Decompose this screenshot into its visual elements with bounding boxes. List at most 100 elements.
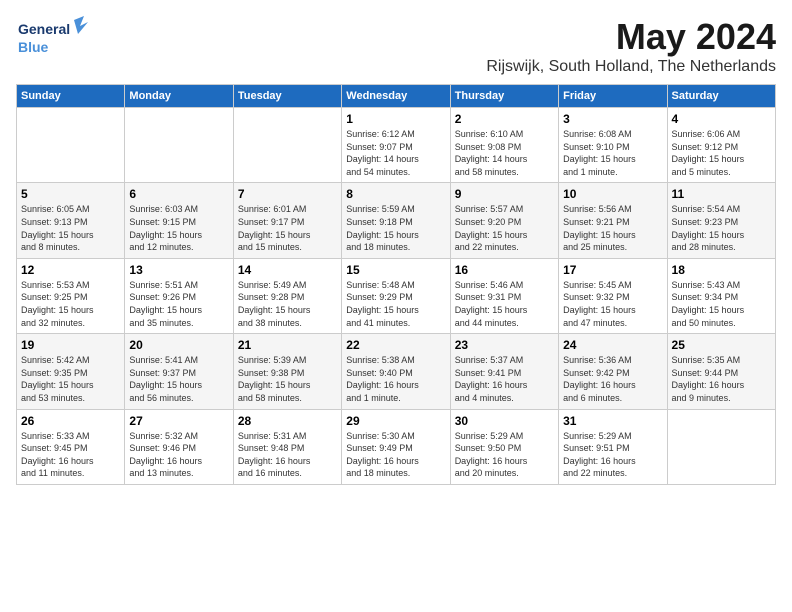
page-header: General Blue May 2024 Rijswijk, South Hol… [16, 16, 776, 76]
day-info: Sunrise: 5:57 AM Sunset: 9:20 PM Dayligh… [455, 203, 554, 253]
day-number: 14 [238, 263, 337, 277]
day-info: Sunrise: 5:39 AM Sunset: 9:38 PM Dayligh… [238, 354, 337, 404]
day-info: Sunrise: 6:06 AM Sunset: 9:12 PM Dayligh… [672, 128, 771, 178]
day-number: 26 [21, 414, 120, 428]
day-info: Sunrise: 5:37 AM Sunset: 9:41 PM Dayligh… [455, 354, 554, 404]
day-info: Sunrise: 5:46 AM Sunset: 9:31 PM Dayligh… [455, 279, 554, 329]
calendar-week-row: 1 Sunrise: 6:12 AM Sunset: 9:07 PM Daylig… [17, 108, 776, 183]
calendar-cell: 18 Sunrise: 5:43 AM Sunset: 9:34 PM Dayli… [667, 258, 775, 333]
calendar-cell: 21 Sunrise: 5:39 AM Sunset: 9:38 PM Dayli… [233, 334, 341, 409]
calendar-cell: 9 Sunrise: 5:57 AM Sunset: 9:20 PM Daylig… [450, 183, 558, 258]
calendar-cell: 16Sunrise: 5:46 AM Sunset: 9:31 PM Dayli… [450, 258, 558, 333]
day-number: 31 [563, 414, 662, 428]
calendar-cell: 17 Sunrise: 5:45 AM Sunset: 9:32 PM Dayli… [559, 258, 667, 333]
day-number: 8 [346, 187, 445, 201]
day-info: Sunrise: 5:29 AM Sunset: 9:51 PM Dayligh… [563, 430, 662, 480]
day-info: Sunrise: 6:05 AM Sunset: 9:13 PM Dayligh… [21, 203, 120, 253]
day-info: Sunrise: 5:32 AM Sunset: 9:46 PM Dayligh… [129, 430, 228, 480]
calendar-weekday-monday: Monday [125, 85, 233, 108]
location-title: Rijswijk, South Holland, The Netherlands [486, 58, 776, 76]
calendar-week-row: 12 Sunrise: 5:53 AM Sunset: 9:25 PM Dayli… [17, 258, 776, 333]
day-number: 7 [238, 187, 337, 201]
calendar-cell: 19 Sunrise: 5:42 AM Sunset: 9:35 PM Dayli… [17, 334, 125, 409]
day-number: 21 [238, 338, 337, 352]
calendar-cell: 28Sunrise: 5:31 AM Sunset: 9:48 PM Dayli… [233, 409, 341, 484]
day-info: Sunrise: 5:53 AM Sunset: 9:25 PM Dayligh… [21, 279, 120, 329]
day-number: 18 [672, 263, 771, 277]
calendar-week-row: 26Sunrise: 5:33 AM Sunset: 9:45 PM Dayli… [17, 409, 776, 484]
day-info: Sunrise: 5:30 AM Sunset: 9:49 PM Dayligh… [346, 430, 445, 480]
calendar-cell [17, 108, 125, 183]
day-number: 24 [563, 338, 662, 352]
day-info: Sunrise: 5:42 AM Sunset: 9:35 PM Dayligh… [21, 354, 120, 404]
day-number: 1 [346, 112, 445, 126]
day-number: 10 [563, 187, 662, 201]
day-number: 11 [672, 187, 771, 201]
day-info: Sunrise: 5:35 AM Sunset: 9:44 PM Dayligh… [672, 354, 771, 404]
day-info: Sunrise: 5:31 AM Sunset: 9:48 PM Dayligh… [238, 430, 337, 480]
calendar-cell: 10 Sunrise: 5:56 AM Sunset: 9:21 PM Dayli… [559, 183, 667, 258]
calendar-cell: 6 Sunrise: 6:03 AM Sunset: 9:15 PM Daylig… [125, 183, 233, 258]
day-number: 13 [129, 263, 228, 277]
title-area: May 2024 Rijswijk, South Holland, The Ne… [486, 16, 776, 76]
svg-text:General: General [18, 21, 70, 37]
day-info: Sunrise: 5:59 AM Sunset: 9:18 PM Dayligh… [346, 203, 445, 253]
day-number: 27 [129, 414, 228, 428]
day-info: Sunrise: 5:56 AM Sunset: 9:21 PM Dayligh… [563, 203, 662, 253]
month-title: May 2024 [486, 16, 776, 58]
day-info: Sunrise: 5:49 AM Sunset: 9:28 PM Dayligh… [238, 279, 337, 329]
calendar-cell: 12 Sunrise: 5:53 AM Sunset: 9:25 PM Dayli… [17, 258, 125, 333]
day-number: 6 [129, 187, 228, 201]
calendar-cell: 8 Sunrise: 5:59 AM Sunset: 9:18 PM Daylig… [342, 183, 450, 258]
calendar-cell: 24 Sunrise: 5:36 AM Sunset: 9:42 PM Dayli… [559, 334, 667, 409]
day-number: 3 [563, 112, 662, 126]
calendar-cell: 22 Sunrise: 5:38 AM Sunset: 9:40 PM Dayli… [342, 334, 450, 409]
day-info: Sunrise: 6:12 AM Sunset: 9:07 PM Dayligh… [346, 128, 445, 178]
svg-text:Blue: Blue [18, 39, 49, 55]
calendar-header-row: SundayMondayTuesdayWednesdayThursdayFrid… [17, 85, 776, 108]
day-info: Sunrise: 5:43 AM Sunset: 9:34 PM Dayligh… [672, 279, 771, 329]
day-number: 25 [672, 338, 771, 352]
calendar-cell: 23 Sunrise: 5:37 AM Sunset: 9:41 PM Dayli… [450, 334, 558, 409]
calendar-weekday-friday: Friday [559, 85, 667, 108]
calendar-weekday-saturday: Saturday [667, 85, 775, 108]
calendar-table: SundayMondayTuesdayWednesdayThursdayFrid… [16, 84, 776, 485]
day-number: 22 [346, 338, 445, 352]
calendar-weekday-thursday: Thursday [450, 85, 558, 108]
day-number: 9 [455, 187, 554, 201]
calendar-cell: 3Sunrise: 6:08 AM Sunset: 9:10 PM Daylig… [559, 108, 667, 183]
calendar-weekday-sunday: Sunday [17, 85, 125, 108]
day-number: 15 [346, 263, 445, 277]
calendar-cell: 1 Sunrise: 6:12 AM Sunset: 9:07 PM Daylig… [342, 108, 450, 183]
day-number: 19 [21, 338, 120, 352]
logo-icon: General Blue [16, 16, 96, 56]
calendar-cell: 11Sunrise: 5:54 AM Sunset: 9:23 PM Dayli… [667, 183, 775, 258]
calendar-cell [125, 108, 233, 183]
calendar-cell: 27 Sunrise: 5:32 AM Sunset: 9:46 PM Dayli… [125, 409, 233, 484]
day-number: 12 [21, 263, 120, 277]
calendar-cell: 31 Sunrise: 5:29 AM Sunset: 9:51 PM Dayli… [559, 409, 667, 484]
calendar-cell: 5 Sunrise: 6:05 AM Sunset: 9:13 PM Daylig… [17, 183, 125, 258]
calendar-cell: 30Sunrise: 5:29 AM Sunset: 9:50 PM Dayli… [450, 409, 558, 484]
day-info: Sunrise: 5:38 AM Sunset: 9:40 PM Dayligh… [346, 354, 445, 404]
calendar-cell: 14 Sunrise: 5:49 AM Sunset: 9:28 PM Dayli… [233, 258, 341, 333]
calendar-cell: 29Sunrise: 5:30 AM Sunset: 9:49 PM Dayli… [342, 409, 450, 484]
calendar-weekday-wednesday: Wednesday [342, 85, 450, 108]
day-info: Sunrise: 6:03 AM Sunset: 9:15 PM Dayligh… [129, 203, 228, 253]
calendar-cell [667, 409, 775, 484]
day-info: Sunrise: 5:29 AM Sunset: 9:50 PM Dayligh… [455, 430, 554, 480]
calendar-week-row: 5 Sunrise: 6:05 AM Sunset: 9:13 PM Daylig… [17, 183, 776, 258]
day-info: Sunrise: 5:45 AM Sunset: 9:32 PM Dayligh… [563, 279, 662, 329]
day-number: 20 [129, 338, 228, 352]
day-number: 17 [563, 263, 662, 277]
logo: General Blue [16, 16, 96, 56]
calendar-cell: 13Sunrise: 5:51 AM Sunset: 9:26 PM Dayli… [125, 258, 233, 333]
day-number: 23 [455, 338, 554, 352]
day-number: 5 [21, 187, 120, 201]
calendar-cell: 26Sunrise: 5:33 AM Sunset: 9:45 PM Dayli… [17, 409, 125, 484]
day-info: Sunrise: 5:36 AM Sunset: 9:42 PM Dayligh… [563, 354, 662, 404]
calendar-cell [233, 108, 341, 183]
day-info: Sunrise: 5:41 AM Sunset: 9:37 PM Dayligh… [129, 354, 228, 404]
day-info: Sunrise: 6:10 AM Sunset: 9:08 PM Dayligh… [455, 128, 554, 178]
day-info: Sunrise: 6:01 AM Sunset: 9:17 PM Dayligh… [238, 203, 337, 253]
